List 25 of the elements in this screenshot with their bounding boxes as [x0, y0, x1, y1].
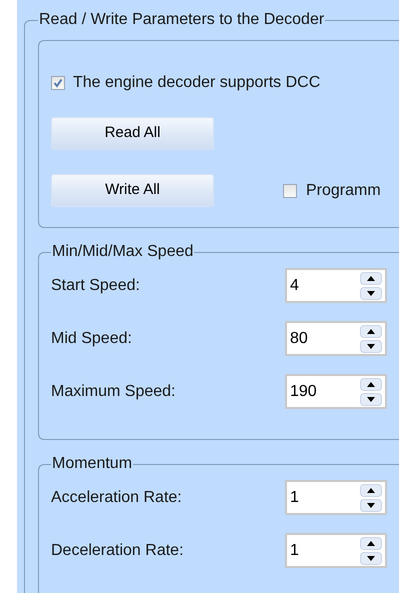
spinner-arrows-icon[interactable] [360, 378, 382, 406]
check-icon [53, 78, 63, 88]
checkbox-label: The engine decoder supports DCC [73, 73, 320, 93]
spinner-arrows-icon[interactable] [360, 324, 382, 352]
field-label: Start Speed: [51, 276, 141, 296]
checkbox[interactable] [51, 76, 65, 90]
group-title: Read / Write Parameters to the Decoder [38, 10, 326, 30]
section-title: Momentum [51, 454, 134, 474]
field-label: Mid Speed: [51, 328, 133, 348]
field-label: Deceleration Rate: [51, 540, 185, 560]
action-button[interactable]: Write All [51, 174, 214, 207]
spinner-arrows-icon[interactable] [360, 536, 382, 564]
number-field[interactable]: 190 [285, 374, 387, 409]
field-label: Maximum Speed: [51, 382, 176, 402]
field-label: Acceleration Rate: [51, 488, 183, 508]
checkbox[interactable] [283, 184, 297, 198]
number-field[interactable]: 80 [285, 321, 387, 356]
spinner-arrows-icon[interactable] [360, 484, 382, 512]
checkbox-label: Programm [306, 180, 381, 200]
number-field[interactable]: 1 [285, 533, 387, 568]
number-field[interactable]: 1 [285, 480, 387, 515]
number-field[interactable]: 4 [285, 268, 387, 303]
spinner-arrows-icon[interactable] [360, 272, 382, 300]
section-title: Min/Mid/Max Speed [51, 242, 194, 262]
action-button[interactable]: Read All [51, 117, 214, 150]
